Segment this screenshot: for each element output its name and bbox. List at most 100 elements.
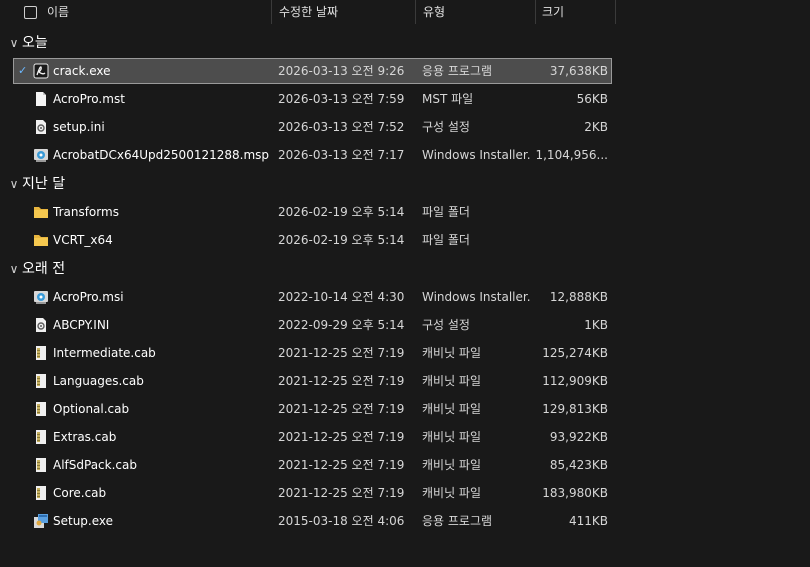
- file-row[interactable]: AcroPro.msi 2022-10-14 오전 4:30 Windows Ins…: [14, 285, 611, 309]
- file-date: 2026-02-19 오후 5:14: [278, 233, 405, 247]
- select-all-checkbox[interactable]: [24, 6, 37, 19]
- column-type-header[interactable]: 유형: [423, 0, 445, 24]
- file-name: ABCPY.INI: [53, 318, 110, 332]
- file-date: 2021-12-25 오전 7:19: [278, 346, 405, 360]
- file-name: AcroPro.mst: [53, 92, 125, 106]
- file-type: 파일 폴더: [422, 233, 470, 247]
- file-row[interactable]: Extras.cab 2021-12-25 오전 7:19 캐비닛 파일 93,922…: [14, 425, 611, 449]
- row-checkbox-checked-icon[interactable]: ✓: [18, 65, 30, 77]
- file-date: 2021-12-25 오전 7:19: [278, 402, 405, 416]
- file-type: 구성 설정: [422, 120, 470, 134]
- sort-arrow-icon: ⌃: [339, 0, 347, 3]
- file-name: Optional.cab: [53, 402, 130, 416]
- column-divider[interactable]: [535, 0, 536, 24]
- file-row[interactable]: VCRT_x64 2026-02-19 오후 5:14 파일 폴더: [14, 228, 611, 252]
- installer-icon: [33, 147, 49, 163]
- file-size: 2KB: [584, 120, 608, 134]
- file-date: 2015-03-18 오전 4:06: [278, 514, 405, 528]
- file-type: 캐비닛 파일: [422, 402, 482, 416]
- cabinet-icon: [33, 345, 49, 361]
- cabinet-icon: [33, 401, 49, 417]
- file-date: 2021-12-25 오전 7:19: [278, 458, 405, 472]
- file-type: 파일 폴더: [422, 205, 470, 219]
- file-date: 2026-03-13 오전 7:52: [278, 120, 405, 134]
- cabinet-icon: [33, 429, 49, 445]
- column-name-header[interactable]: 이름: [47, 0, 69, 24]
- file-size: 12,888KB: [549, 290, 608, 304]
- file-row[interactable]: ✓ crack.exe 2026-03-13 오전 9:26 응용 프로그램 37,63…: [13, 58, 612, 84]
- file-row[interactable]: setup.ini 2026-03-13 오전 7:52 구성 설정 2KB: [14, 115, 611, 139]
- setup-exe-icon: [33, 513, 49, 529]
- file-type: Windows Installer...: [422, 148, 530, 162]
- chevron-down-icon[interactable]: ∨: [7, 171, 21, 197]
- document-icon: [33, 91, 49, 107]
- file-name: setup.ini: [53, 120, 105, 134]
- installer-icon: [33, 289, 49, 305]
- cabinet-icon: [33, 485, 49, 501]
- cabinet-icon: [33, 457, 49, 473]
- file-size: 125,274KB: [542, 346, 608, 360]
- column-date-header[interactable]: 수정한 날짜: [279, 0, 338, 24]
- group-title: 지난 달: [22, 176, 66, 192]
- file-row[interactable]: Setup.exe 2015-03-18 오전 4:06 응용 프로그램 411KB: [14, 509, 611, 533]
- group-title: 오래 전: [22, 261, 66, 277]
- column-size-header[interactable]: 크기: [542, 0, 564, 24]
- file-size: 183,980KB: [542, 486, 608, 500]
- file-type: 응용 프로그램: [422, 514, 493, 528]
- settings-file-icon: [33, 317, 49, 333]
- file-size: 56KB: [576, 92, 608, 106]
- file-size: 1KB: [584, 318, 608, 332]
- acrobat-icon: [33, 63, 49, 79]
- file-date: 2026-03-13 오전 9:26: [278, 64, 405, 78]
- file-size: 37,638KB: [549, 64, 608, 78]
- column-divider[interactable]: [415, 0, 416, 24]
- column-divider[interactable]: [271, 0, 272, 24]
- file-name: Transforms: [53, 205, 119, 219]
- file-type: 구성 설정: [422, 318, 470, 332]
- file-type: 캐비닛 파일: [422, 486, 482, 500]
- group-title: 오늘: [22, 35, 48, 51]
- folder-icon: [33, 232, 49, 248]
- file-name: Intermediate.cab: [53, 346, 156, 360]
- file-size: 85,423KB: [549, 458, 608, 472]
- file-name: Setup.exe: [53, 514, 114, 528]
- chevron-down-icon[interactable]: ∨: [7, 30, 21, 56]
- settings-file-icon: [33, 119, 49, 135]
- file-date: 2026-03-13 오전 7:17: [278, 148, 405, 162]
- file-size: 411KB: [568, 514, 608, 528]
- chevron-down-icon[interactable]: ∨: [7, 256, 21, 282]
- column-divider[interactable]: [615, 0, 616, 24]
- file-name: AlfSdPack.cab: [53, 458, 137, 472]
- folder-icon: [33, 204, 49, 220]
- file-date: 2026-03-13 오전 7:59: [278, 92, 405, 106]
- file-row[interactable]: AlfSdPack.cab 2021-12-25 오전 7:19 캐비닛 파일 85,…: [14, 453, 611, 477]
- file-name: AcrobatDCx64Upd2500121288.msp: [53, 148, 270, 162]
- column-header: 이름 ⌃ 수정한 날짜 유형 크기: [0, 0, 616, 24]
- file-type: 캐비닛 파일: [422, 374, 482, 388]
- file-row[interactable]: AcroPro.mst 2026-03-13 오전 7:59 MST 파일 56KB: [14, 87, 611, 111]
- file-type: 캐비닛 파일: [422, 458, 482, 472]
- file-name: crack.exe: [53, 64, 111, 78]
- file-size: 112,909KB: [542, 374, 608, 388]
- file-row[interactable]: Transforms 2026-02-19 오후 5:14 파일 폴더: [14, 200, 611, 224]
- file-row[interactable]: Optional.cab 2021-12-25 오전 7:19 캐비닛 파일 129,…: [14, 397, 611, 421]
- file-name: Core.cab: [53, 486, 107, 500]
- group-header[interactable]: ∨ 오늘: [0, 30, 620, 56]
- file-date: 2021-12-25 오전 7:19: [278, 430, 405, 444]
- file-name: Extras.cab: [53, 430, 117, 444]
- file-row[interactable]: Core.cab 2021-12-25 오전 7:19 캐비닛 파일 183,980K…: [14, 481, 611, 505]
- group-header[interactable]: ∨ 오래 전: [0, 256, 620, 282]
- file-row[interactable]: AcrobatDCx64Upd2500121288.msp 2026-03-13 …: [14, 143, 611, 167]
- file-type: MST 파일: [422, 92, 474, 106]
- file-date: 2026-02-19 오후 5:14: [278, 205, 405, 219]
- file-date: 2022-10-14 오전 4:30: [278, 290, 405, 304]
- file-row[interactable]: ABCPY.INI 2022-09-29 오후 5:14 구성 설정 1KB: [14, 313, 611, 337]
- file-row[interactable]: Intermediate.cab 2021-12-25 오전 7:19 캐비닛 파일…: [14, 341, 611, 365]
- file-type: Windows Installer...: [422, 290, 530, 304]
- group-header[interactable]: ∨ 지난 달: [0, 171, 620, 197]
- file-size: 129,813KB: [542, 402, 608, 416]
- file-row[interactable]: Languages.cab 2021-12-25 오전 7:19 캐비닛 파일 112…: [14, 369, 611, 393]
- cabinet-icon: [33, 373, 49, 389]
- file-name: VCRT_x64: [53, 233, 113, 247]
- file-name: Languages.cab: [53, 374, 144, 388]
